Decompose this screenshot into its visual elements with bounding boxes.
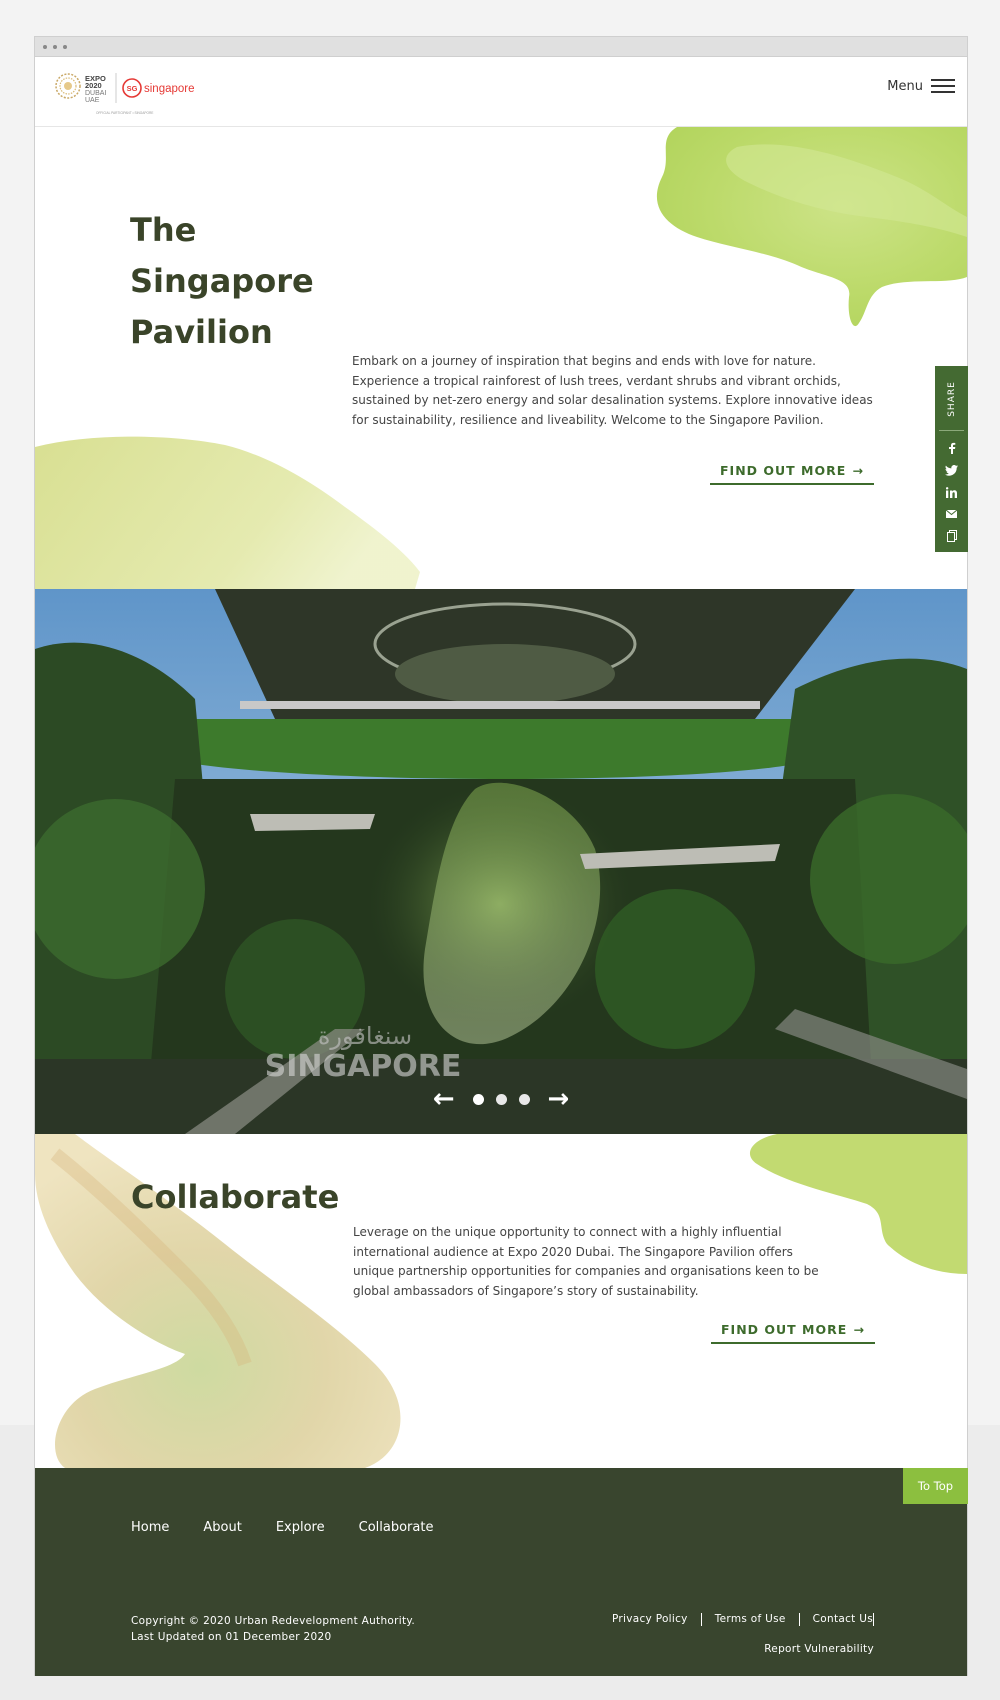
svg-text:DUBAI: DUBAI [85,90,106,97]
last-updated-text: Last Updated on 01 December 2020 [131,1631,332,1643]
logo-graphic: EXPO 2020 DUBAI UAE SG singapore OFFICIA… [55,73,195,115]
hamburger-icon [931,75,955,97]
privacy-policy-link[interactable]: Privacy Policy [612,1613,702,1626]
svg-text:singapore: singapore [144,83,195,95]
window-dot [63,45,67,49]
to-top-button[interactable]: To Top [903,1468,968,1504]
pavilion-carousel: سنغافورة SINGAPORE ← → [35,589,967,1134]
collaborate-title: Collaborate [131,1178,340,1216]
share-sidebar: SHARE [935,366,968,552]
footer-nav-explore[interactable]: Explore [276,1520,325,1535]
carousel-dot[interactable] [518,1093,530,1105]
arrow-right-icon: → [852,462,864,478]
watercolor-blob-left [35,436,420,589]
report-vulnerability-link[interactable]: Report Vulnerability [764,1643,874,1655]
copy-icon[interactable] [935,526,968,546]
pavilion-rainforest-image: سنغافورة SINGAPORE [35,589,967,1134]
expo-singapore-logo[interactable]: EXPO 2020 DUBAI UAE SG singapore OFFICIA… [53,71,223,117]
footer-nav-collaborate[interactable]: Collaborate [359,1520,434,1535]
carousel-controls: ← → [35,1086,967,1112]
share-label: SHARE [946,381,957,417]
site-footer: To Top Home About Explore Collaborate Co… [35,1468,968,1676]
cta-label: FIND OUT MORE [721,1321,848,1337]
window-dot [53,45,57,49]
title-line: Singapore [130,262,314,300]
arrow-right-icon[interactable]: → [536,1086,582,1112]
svg-text:OFFICIAL PARTICIPANT • SINGAPO: OFFICIAL PARTICIPANT • SINGAPORE [96,111,153,115]
email-icon[interactable] [935,504,968,524]
svg-text:SG: SG [127,84,138,93]
menu-button[interactable]: Menu [887,75,955,97]
page-title: The Singapore Pavilion [130,205,360,358]
browser-toolbar [35,37,967,57]
intro-description: Embark on a journey of inspiration that … [352,354,873,427]
window-dot [43,45,47,49]
watercolor-blob-top-right [656,127,967,327]
arrow-left-icon[interactable]: ← [421,1086,467,1112]
footer-nav-home[interactable]: Home [131,1520,169,1535]
intro-section: The Singapore Pavilion Embark on a journ… [35,127,967,589]
watermark-text: SINGAPORE [265,1049,462,1084]
contact-us-link[interactable]: Contact Us [800,1613,874,1626]
carousel-dot[interactable] [472,1093,484,1105]
footer-nav: Home About Explore Collaborate [131,1520,433,1535]
carousel-dot[interactable] [495,1093,507,1105]
facebook-icon[interactable] [935,438,968,458]
twitter-icon[interactable] [935,460,968,480]
share-divider [939,430,964,431]
find-out-more-button[interactable]: FIND OUT MORE → [710,457,874,485]
title-line: Pavilion [130,313,273,351]
site-header: EXPO 2020 DUBAI UAE SG singapore OFFICIA… [35,57,967,127]
copyright-block: Copyright © 2020 Urban Redevelopment Aut… [131,1613,415,1645]
cta-label: FIND OUT MORE [720,462,847,478]
watermark-arabic: سنغافورة [318,1022,412,1050]
terms-of-use-link[interactable]: Terms of Use [702,1613,800,1626]
menu-label: Menu [887,78,923,94]
browser-window: EXPO 2020 DUBAI UAE SG singapore OFFICIA… [34,36,968,1676]
arrow-right-icon: → [853,1321,865,1337]
footer-nav-about[interactable]: About [203,1520,241,1535]
linkedin-icon[interactable] [935,482,968,502]
collaborate-section: Collaborate Leverage on the unique oppor… [35,1134,967,1468]
collaborate-find-out-more-button[interactable]: FIND OUT MORE → [711,1316,875,1344]
copyright-text: Copyright © 2020 Urban Redevelopment Aut… [131,1615,416,1627]
svg-text:2020: 2020 [85,81,102,90]
collaborate-description: Leverage on the unique opportunity to co… [353,1225,819,1298]
title-line: The [130,211,197,249]
footer-legal-links: Privacy Policy Terms of Use Contact Us [612,1613,874,1626]
svg-text:UAE: UAE [85,97,100,104]
